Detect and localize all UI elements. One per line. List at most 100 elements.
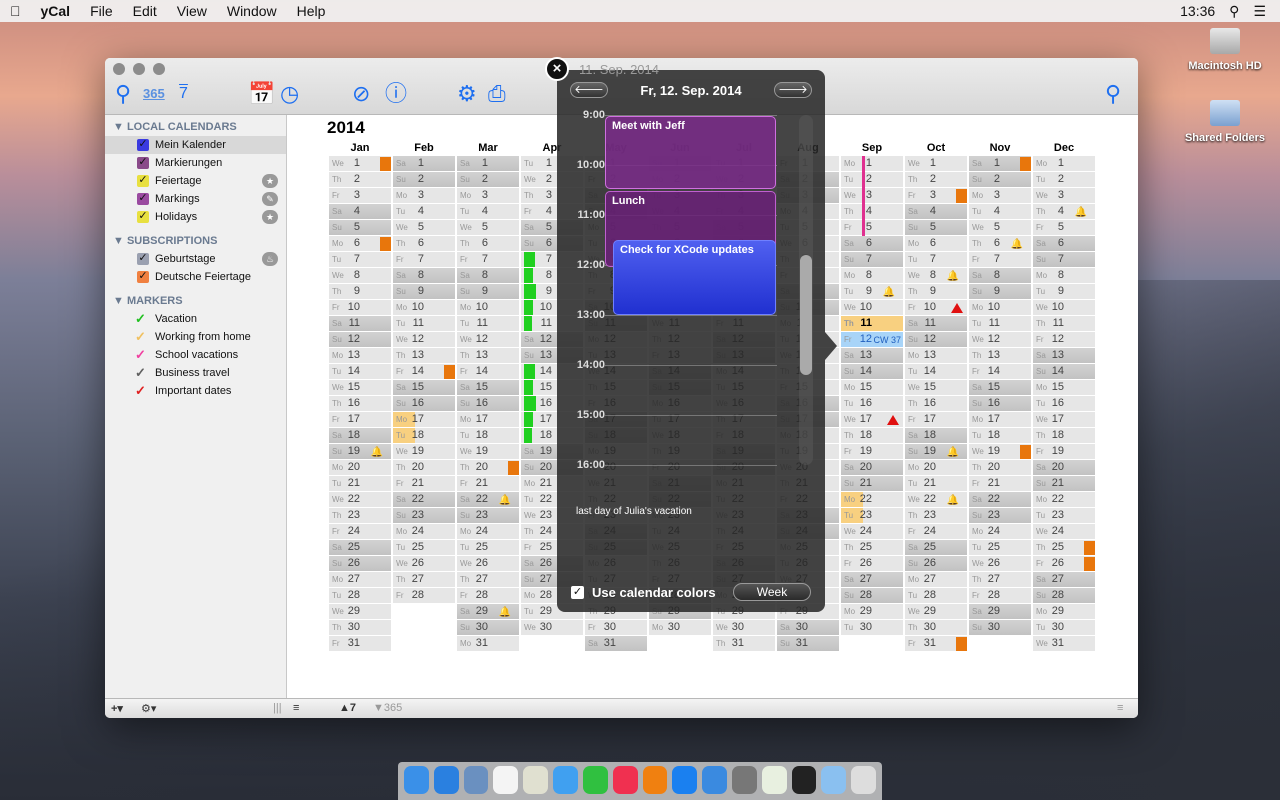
print-icon[interactable]: ⎙ xyxy=(488,82,506,106)
menu-window[interactable]: Window xyxy=(217,3,287,19)
day-cell[interactable]: We 3 xyxy=(841,188,903,204)
sidebar-section-header[interactable]: ▼ LOCAL CALENDARS xyxy=(105,118,286,136)
day-cell[interactable]: Tu 18 xyxy=(457,428,519,444)
bell-icon[interactable]: 🔔 xyxy=(371,445,383,460)
day-cell[interactable]: Th 27 xyxy=(393,572,455,588)
day-cell[interactable]: We 17 xyxy=(1033,412,1095,428)
day-cell[interactable]: Mo 15 xyxy=(1033,380,1095,396)
day-cell[interactable]: We 22 xyxy=(329,492,391,508)
day-cell[interactable]: We 3 xyxy=(1033,188,1095,204)
day-cell[interactable]: We 22 🔔 xyxy=(905,492,967,508)
calendar-checkbox[interactable]: ✓ xyxy=(137,211,149,223)
day-cell[interactable]: Mo 30 xyxy=(649,620,711,636)
day-cell[interactable]: Tu 30 xyxy=(841,620,903,636)
week-button[interactable]: Week xyxy=(733,583,811,601)
day-cell[interactable]: Fr 14 xyxy=(393,364,455,380)
day-cell[interactable]: Su 5 xyxy=(905,220,967,236)
day-cell[interactable]: We 19 xyxy=(457,444,519,460)
day-cell[interactable]: We 17 xyxy=(841,412,903,428)
day-cell[interactable]: Mo 6 xyxy=(905,236,967,252)
day-cell[interactable]: Tu 16 xyxy=(841,396,903,412)
day-cell[interactable]: Sa 27 xyxy=(1033,572,1095,588)
day-cell[interactable]: Su 26 xyxy=(329,556,391,572)
day-cell[interactable]: Tu 7 xyxy=(329,252,391,268)
day-cell[interactable]: Sa 18 xyxy=(329,428,391,444)
day-cell[interactable]: We 10 xyxy=(841,300,903,316)
day-cell[interactable]: Th 11 xyxy=(841,316,903,332)
day-cell[interactable]: We 26 xyxy=(969,556,1031,572)
popover-scrollbar-track[interactable] xyxy=(799,115,813,465)
day-cell[interactable]: Mo 1 xyxy=(841,156,903,172)
day-cell[interactable]: Th 25 xyxy=(1033,540,1095,556)
day-cell[interactable]: Tu 11 xyxy=(393,316,455,332)
day-cell[interactable]: Su 19 🔔 xyxy=(905,444,967,460)
desktop-icon-shared-folders[interactable]: Shared Folders xyxy=(1175,100,1275,144)
day-cell[interactable]: Su 21 xyxy=(841,476,903,492)
edit-icon[interactable]: ⊘ xyxy=(352,82,370,106)
day-cell[interactable]: Tu 4 xyxy=(969,204,1031,220)
day-cell[interactable]: Th 31 xyxy=(713,636,775,652)
bell-icon[interactable]: 🔔 xyxy=(1011,237,1023,252)
day-cell[interactable]: Su 2 xyxy=(457,172,519,188)
day-cell[interactable]: Sa 29 xyxy=(969,604,1031,620)
zoom-window-button[interactable] xyxy=(153,63,165,75)
day-cell[interactable]: Tu 14 xyxy=(905,364,967,380)
desktop-icon-macintosh-hd[interactable]: Macintosh HD xyxy=(1175,28,1275,72)
bell-icon[interactable]: 🔔 xyxy=(947,269,959,284)
week-view-7-icon[interactable]: 7 xyxy=(179,82,188,106)
day-cell[interactable]: Th 20 xyxy=(393,460,455,476)
dock-finder-icon[interactable] xyxy=(404,766,429,794)
day-cell[interactable]: Tu 23 xyxy=(841,508,903,524)
bell-icon[interactable]: 🔔 xyxy=(499,493,511,508)
day-cell[interactable]: Su 21 xyxy=(1033,476,1095,492)
new-reminder-icon[interactable]: ◷ xyxy=(280,82,299,106)
day-cell[interactable]: Sa 31 xyxy=(585,636,647,652)
settings-gear-icon[interactable]: ⚙ xyxy=(457,82,477,106)
day-cell[interactable]: Tu 9 🔔 xyxy=(841,284,903,300)
day-cell[interactable]: Th 20 xyxy=(457,460,519,476)
day-cell[interactable]: Fr 24 xyxy=(329,524,391,540)
day-cell[interactable]: Tu 18 xyxy=(393,428,455,444)
day-cell[interactable]: Mo 13 xyxy=(905,348,967,364)
day-cell[interactable]: Fr 30 xyxy=(585,620,647,636)
day-cell[interactable]: Th 18 xyxy=(841,428,903,444)
calendar-checkbox[interactable]: ✓ xyxy=(137,253,149,265)
day-cell[interactable]: Sa 1 xyxy=(393,156,455,172)
day-cell[interactable]: Su 5 xyxy=(329,220,391,236)
info-icon[interactable]: ⓘ xyxy=(385,82,407,106)
day-cell[interactable]: Su 28 xyxy=(841,588,903,604)
sidebar-item[interactable]: ✓ Markings ✎ xyxy=(105,190,286,208)
sidebar-section-header[interactable]: ▼ MARKERS xyxy=(105,292,286,310)
day-cell[interactable]: Sa 8 xyxy=(393,268,455,284)
day-cell[interactable]: Fr 5 xyxy=(841,220,903,236)
day-cell[interactable]: Sa 15 xyxy=(393,380,455,396)
day-cell[interactable]: Fr 21 xyxy=(393,476,455,492)
day-cell[interactable]: Su 16 xyxy=(457,396,519,412)
day-cell[interactable]: Fr 24 xyxy=(905,524,967,540)
minimize-window-button[interactable] xyxy=(133,63,145,75)
day-cell[interactable]: We 30 xyxy=(713,620,775,636)
event-marker[interactable] xyxy=(1020,157,1031,171)
day-cell[interactable]: Mo 10 xyxy=(969,300,1031,316)
day-cell[interactable]: We 24 xyxy=(1033,524,1095,540)
day-cell[interactable]: Su 14 xyxy=(841,364,903,380)
day-cell[interactable]: Su 23 xyxy=(969,508,1031,524)
day-cell[interactable]: We 31 xyxy=(1033,636,1095,652)
dock-safari-icon[interactable] xyxy=(433,766,459,794)
day-cell[interactable]: Mo 20 xyxy=(329,460,391,476)
day-cell[interactable]: Tu 18 xyxy=(969,428,1031,444)
apple-menu-icon[interactable]:  xyxy=(0,3,31,19)
day-cell[interactable]: Mo 31 xyxy=(457,636,519,652)
day-cell[interactable]: Th 9 xyxy=(329,284,391,300)
calendar-checkbox[interactable]: ✓ xyxy=(137,157,149,169)
day-cell[interactable]: Tu 4 xyxy=(457,204,519,220)
close-popover-button[interactable]: × xyxy=(545,57,569,81)
day-cell[interactable]: Su 2 xyxy=(969,172,1031,188)
sidebar-item[interactable]: ✓ Vacation xyxy=(105,310,286,328)
day-cell[interactable]: Sa 6 xyxy=(1033,236,1095,252)
day-cell[interactable]: Mo 29 xyxy=(841,604,903,620)
day-cell[interactable]: Fr 5 xyxy=(1033,220,1095,236)
event-marker[interactable] xyxy=(1020,445,1031,459)
day-cell[interactable]: Th 20 xyxy=(969,460,1031,476)
day-cell[interactable]: Tu 9 xyxy=(1033,284,1095,300)
